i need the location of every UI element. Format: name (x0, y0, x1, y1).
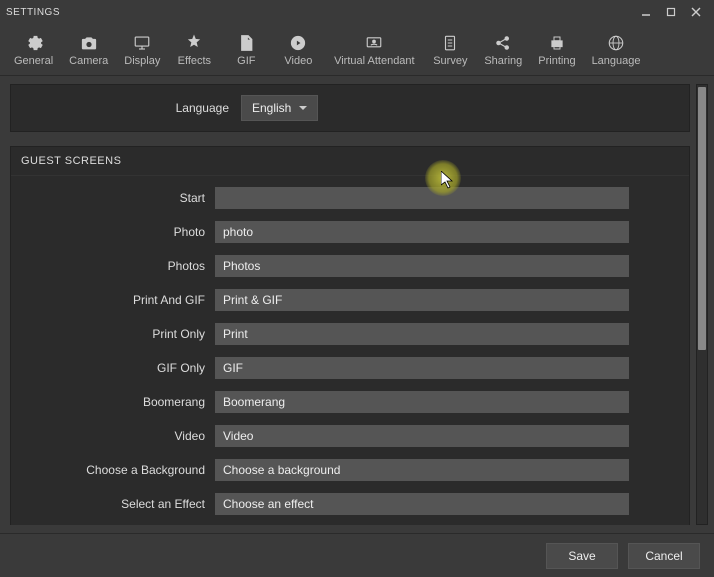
content-scroll: Language English GUEST SCREENS Start Phot… (10, 84, 690, 525)
form-row: Boomerang (11, 388, 689, 416)
tab-label: Video (284, 55, 312, 67)
window-controls (634, 3, 708, 21)
language-label: Language (11, 101, 241, 115)
camera-icon (79, 33, 99, 53)
field-input[interactable] (215, 255, 629, 277)
gear-icon (24, 33, 44, 53)
field-input[interactable] (215, 221, 629, 243)
cancel-button[interactable]: Cancel (628, 543, 700, 569)
sharing-icon (493, 33, 513, 53)
scrollbar-thumb[interactable] (698, 87, 706, 350)
maximize-button[interactable] (659, 3, 683, 21)
tab-camera[interactable]: Camera (61, 24, 116, 76)
field-input[interactable] (215, 493, 629, 515)
field-label: Start (11, 191, 215, 205)
tab-gif[interactable]: GIF (220, 24, 272, 76)
field-input[interactable] (215, 187, 629, 209)
form-row: Photo (11, 218, 689, 246)
survey-icon (440, 33, 460, 53)
field-label: Video (11, 429, 215, 443)
language-panel: Language English (10, 84, 690, 132)
field-label: GIF Only (11, 361, 215, 375)
scrollbar[interactable] (696, 84, 708, 525)
minimize-icon (641, 7, 651, 17)
tab-effects[interactable]: Effects (168, 24, 220, 76)
tab-label: Survey (433, 55, 467, 67)
tab-label: GIF (237, 55, 255, 67)
display-icon (132, 33, 152, 53)
language-select[interactable]: English (241, 95, 318, 121)
form-row: Start (11, 184, 689, 212)
tab-label: Printing (538, 55, 575, 67)
form-row: Video (11, 422, 689, 450)
field-label: Print And GIF (11, 293, 215, 307)
tab-video[interactable]: Video (272, 24, 324, 76)
field-input[interactable] (215, 357, 629, 379)
virtual-attendant-icon (364, 33, 384, 53)
chevron-down-icon (299, 106, 307, 110)
minimize-button[interactable] (634, 3, 658, 21)
field-label: Print Only (11, 327, 215, 341)
close-icon (691, 7, 701, 17)
tab-label: Sharing (484, 55, 522, 67)
form-row: Choose a Background (11, 456, 689, 484)
globe-icon (606, 33, 626, 53)
field-input[interactable] (215, 425, 629, 447)
tab-sharing[interactable]: Sharing (476, 24, 530, 76)
tab-virtual-attendant[interactable]: Virtual Attendant (324, 24, 424, 76)
field-input[interactable] (215, 391, 629, 413)
field-label: Photo (11, 225, 215, 239)
field-label: Photos (11, 259, 215, 273)
field-label: Choose a Background (11, 463, 215, 477)
tab-label: Language (592, 55, 641, 67)
tab-general[interactable]: General (6, 24, 61, 76)
printing-icon (547, 33, 567, 53)
effects-icon (184, 33, 204, 53)
close-button[interactable] (684, 3, 708, 21)
form-row: GIF Only (11, 354, 689, 382)
save-button[interactable]: Save (546, 543, 618, 569)
tab-language[interactable]: Language (584, 24, 649, 76)
form-row: Print (11, 524, 689, 525)
field-input[interactable] (215, 459, 629, 481)
field-label: Select an Effect (11, 497, 215, 511)
language-selected-value: English (252, 101, 291, 115)
form-row: Photos (11, 252, 689, 280)
titlebar: SETTINGS (0, 0, 714, 24)
toolbar: General Camera Display Effects GIF Video (0, 24, 714, 76)
form-row: Print And GIF (11, 286, 689, 314)
field-label: Boomerang (11, 395, 215, 409)
guest-screens-panel: GUEST SCREENS Start Photo Photos Print And … (10, 146, 690, 525)
tab-display[interactable]: Display (116, 24, 168, 76)
tab-label: Display (124, 55, 160, 67)
tab-label: Effects (178, 55, 211, 67)
window-title: SETTINGS (6, 7, 60, 18)
tab-label: Virtual Attendant (334, 55, 415, 67)
form-row: Print Only (11, 320, 689, 348)
footer: Save Cancel (0, 533, 714, 577)
tab-label: General (14, 55, 53, 67)
guest-screens-header: GUEST SCREENS (11, 147, 689, 176)
tab-survey[interactable]: Survey (424, 24, 476, 76)
maximize-icon (666, 7, 676, 17)
field-input[interactable] (215, 323, 629, 345)
gif-icon (236, 33, 256, 53)
field-input[interactable] (215, 289, 629, 311)
video-icon (288, 33, 308, 53)
form-row: Select an Effect (11, 490, 689, 518)
tab-printing[interactable]: Printing (530, 24, 583, 76)
tab-label: Camera (69, 55, 108, 67)
